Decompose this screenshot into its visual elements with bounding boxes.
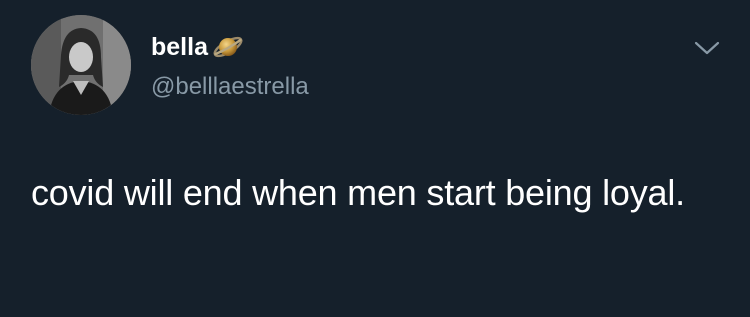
user-name-row[interactable]: bella: [151, 32, 245, 62]
avatar[interactable]: [31, 15, 131, 115]
avatar-image: [31, 15, 131, 115]
tweet-text: covid will end when men start being loya…: [31, 172, 685, 213]
tweet-card: bella @belllaestrella covid will end whe…: [0, 0, 750, 317]
chevron-down-icon[interactable]: [693, 38, 721, 58]
display-name[interactable]: bella: [151, 32, 208, 62]
user-handle[interactable]: @belllaestrella: [151, 72, 309, 102]
ringed-planet-icon: [211, 30, 245, 64]
